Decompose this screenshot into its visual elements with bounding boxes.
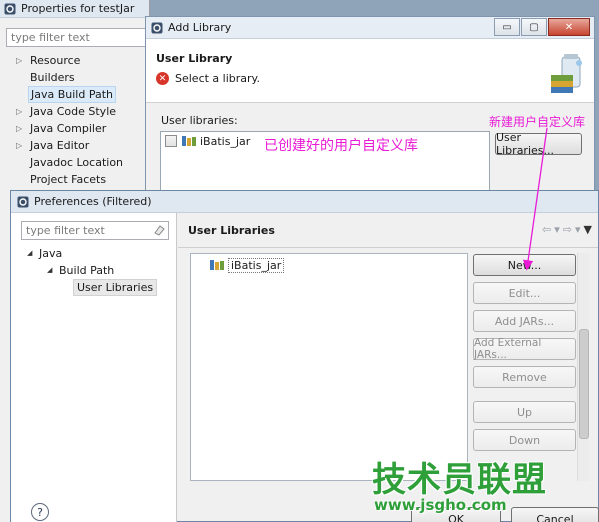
user-libraries-tree[interactable]: iBatis_jar [190, 253, 468, 481]
edit-button[interactable]: Edit... [473, 282, 576, 304]
wizard-header: User Library ✕ Select a library. [146, 39, 594, 103]
library-name: iBatis_jar [200, 134, 251, 148]
wizard-header-title: User Library [156, 52, 233, 65]
properties-tree: ▷ Resource Builders Java Build Path ▷ Java… [16, 52, 150, 188]
clear-filter-icon[interactable] [153, 224, 165, 236]
down-button[interactable]: Down [473, 429, 576, 451]
window-gear-icon [151, 22, 163, 33]
scrollbar[interactable] [577, 253, 589, 481]
preferences-titlebar[interactable]: Preferences (Filtered) [11, 191, 598, 213]
annotation-created-library: 已创建好的用户自定义库 [264, 138, 418, 154]
collapse-arrow-icon[interactable]: ◢ [27, 245, 39, 262]
tree-item-java-build-path[interactable]: Java Build Path [16, 86, 150, 103]
watermark-logo: 技术员联盟 www.jsgho.com [372, 452, 599, 522]
user-libraries-label: User libraries: [161, 114, 238, 127]
library-jars-icon [551, 54, 582, 93]
tree-item-javadoc-location[interactable]: Javadoc Location [16, 154, 150, 171]
tree-item-build-path[interactable]: ◢ Build Path [47, 262, 114, 279]
preferences-title: Preferences (Filtered) [34, 195, 152, 208]
tree-item-java-editor[interactable]: ▷ Java Editor [16, 137, 150, 154]
history-nav: ⇦ ▾ ⇨ ▾ ▼ [542, 223, 592, 236]
tree-item-java[interactable]: ◢ Java [27, 245, 62, 262]
tree-item-user-libraries[interactable]: User Libraries [73, 279, 158, 296]
up-button[interactable]: Up [473, 401, 576, 423]
preferences-filter-input[interactable]: type filter text [21, 221, 169, 240]
expand-arrow-icon[interactable]: ▷ [16, 103, 28, 120]
tree-item-resource[interactable]: ▷ Resource [16, 52, 150, 69]
library-name: iBatis_jar [228, 257, 285, 273]
properties-title: Properties for testJar [21, 2, 135, 15]
wizard-header-message: ✕ Select a library. [156, 72, 260, 85]
back-arrow-icon[interactable]: ⇦ [542, 223, 551, 236]
add-library-dialog: Add Library ▭ ▢ ✕ User Library ✕ Select … [145, 16, 595, 201]
properties-filter-input[interactable]: type filter text [6, 28, 146, 47]
list-item[interactable]: iBatis_jar [191, 256, 467, 274]
add-external-jars-button[interactable]: Add External JARs... [473, 337, 576, 361]
new-button[interactable]: New... [473, 254, 576, 276]
remove-button[interactable]: Remove [473, 366, 576, 388]
collapse-arrow-icon[interactable]: ◢ [47, 262, 59, 279]
tree-item-builders[interactable]: Builders [16, 69, 150, 86]
add-library-title: Add Library [168, 21, 232, 34]
minimize-button[interactable]: ▭ [494, 18, 520, 36]
library-icon [182, 136, 196, 146]
forward-menu-icon[interactable]: ▾ [575, 223, 581, 236]
divider [178, 247, 598, 248]
back-menu-icon[interactable]: ▾ [554, 223, 560, 236]
window-gear-icon [17, 196, 29, 207]
view-menu-icon[interactable]: ▼ [584, 223, 592, 236]
scrollbar-thumb[interactable] [579, 329, 589, 439]
expand-arrow-icon[interactable]: ▷ [16, 120, 28, 137]
tree-item-java-compiler[interactable]: ▷ Java Compiler [16, 120, 150, 137]
forward-arrow-icon[interactable]: ⇨ [563, 223, 572, 236]
add-library-titlebar[interactable]: Add Library ▭ ▢ ✕ [146, 17, 594, 39]
tree-item-project-facets[interactable]: Project Facets [16, 171, 150, 188]
user-libraries-button[interactable]: User Libraries... [495, 131, 582, 157]
error-icon: ✕ [156, 72, 169, 85]
expand-arrow-icon[interactable]: ▷ [16, 137, 28, 154]
properties-titlebar[interactable]: Properties for testJar [0, 0, 149, 18]
close-button[interactable]: ✕ [548, 18, 590, 36]
watermark-url: www.jsgho.com [374, 496, 507, 514]
tree-item-java-code-style[interactable]: ▷ Java Code Style [16, 103, 150, 120]
annotation-new-library: 新建用户自定义库 [489, 115, 586, 129]
help-button[interactable]: ? [31, 503, 49, 521]
window-gear-icon [4, 3, 16, 14]
maximize-button[interactable]: ▢ [521, 18, 547, 36]
window-controls: ▭ ▢ ✕ [493, 18, 590, 36]
watermark-brand: 技术员联盟 [372, 460, 547, 500]
library-icon [210, 260, 224, 270]
preferences-nav: type filter text ◢ Java ◢ Build Path Use… [11, 213, 177, 522]
expand-arrow-icon[interactable]: ▷ [16, 52, 28, 69]
add-jars-button[interactable]: Add JARs... [473, 310, 576, 332]
page-title: User Libraries [188, 224, 275, 237]
library-checkbox[interactable] [165, 135, 177, 147]
